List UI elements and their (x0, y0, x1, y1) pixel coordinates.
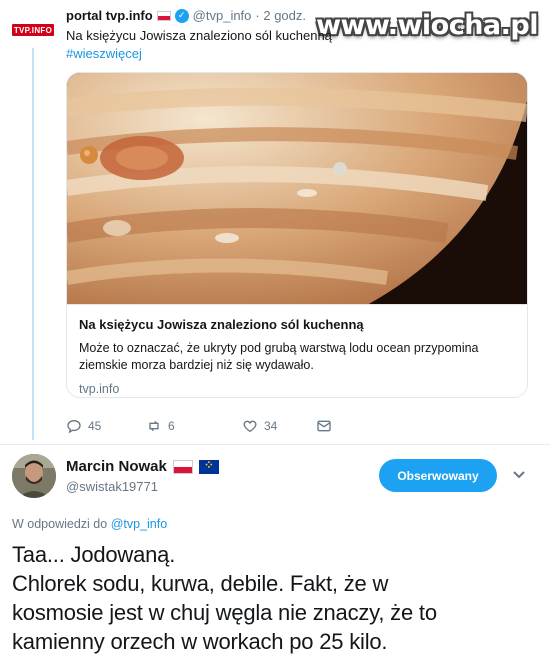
jupiter-illustration (67, 73, 527, 304)
tweet-line: Chlorek sodu, kurwa, debile. Fakt, że w (12, 571, 389, 596)
reply-author: Marcin Nowak (66, 458, 219, 475)
poland-flag-icon (172, 459, 193, 474)
retweet-button[interactable]: 6 (146, 418, 242, 434)
quoted-author-handle[interactable]: @tvp_info (193, 8, 252, 23)
poland-flag-icon (156, 10, 171, 21)
reply-context: W odpowiedzi do @tvp_info (12, 517, 167, 531)
verified-badge-icon: ✓ (174, 8, 189, 23)
reply-button[interactable]: 45 (66, 418, 146, 434)
reply-icon (67, 419, 81, 434)
retweet-icon (149, 420, 159, 432)
follow-button[interactable]: Obserwowany (379, 459, 497, 492)
dm-icon (317, 420, 331, 432)
like-icon (243, 420, 257, 433)
card-title: Na księżycu Jowisza znaleziono sól kuche… (79, 317, 364, 332)
tweet-actions: 45 6 34 (66, 418, 332, 434)
card-domain: tvp.info (79, 382, 120, 396)
logo-text: TVP.INFO (13, 25, 53, 35)
card-description-line: Może to oznaczać, że ukryty pod grubą wa… (79, 341, 479, 355)
tvp-info-logo[interactable]: TVP.INFO (12, 24, 54, 36)
tweet-line: Taa... Jodowaną. (12, 542, 176, 567)
tweet-line: kosmosie jest w chuj węgla nie znaczy, ż… (12, 600, 437, 625)
avatar-photo (12, 454, 56, 498)
divider (0, 444, 550, 445)
reply-count: 45 (88, 419, 102, 433)
reply-prefix: W odpowiedzi do (12, 517, 108, 531)
reply-tweet-text: Taa... Jodowaną. Chlorek sodu, kurwa, de… (12, 540, 542, 656)
chevron-down-icon[interactable] (512, 470, 526, 480)
reply-target-link[interactable]: @tvp_info (111, 517, 167, 531)
author-handle[interactable]: @swistak19771 (66, 479, 158, 494)
direct-message-button[interactable] (316, 418, 332, 434)
quoted-tweet-header: portal tvp.info ✓ @tvp_info · 2 godz. (66, 8, 306, 23)
like-count: 34 (264, 419, 278, 433)
quoted-author-name[interactable]: portal tvp.info (66, 8, 153, 23)
avatar[interactable] (12, 454, 56, 498)
author-name[interactable]: Marcin Nowak (66, 458, 167, 475)
like-button[interactable]: 34 (242, 418, 316, 434)
eu-flag-icon (198, 458, 219, 474)
tweet-line: kamienny orzech w workach po 25 kilo. (12, 629, 388, 654)
quoted-tweet-time[interactable]: · 2 godz. (255, 8, 306, 23)
jupiter-image (67, 73, 527, 305)
thread-line (32, 48, 34, 440)
link-card[interactable]: Na księżycu Jowisza znaleziono sól kuche… (66, 72, 528, 398)
card-description: Może to oznaczać, że ukryty pod grubą wa… (79, 340, 515, 374)
watermark: www.wiocha.pl (316, 10, 538, 41)
hashtag-link[interactable]: #wieszwięcej (66, 46, 142, 61)
card-description-line: ziemskie morza bardziej niż się wydawało… (79, 358, 314, 372)
quoted-tweet-text: Na księżycu Jowisza znaleziono sól kuche… (66, 28, 332, 43)
retweet-count: 6 (168, 419, 175, 433)
